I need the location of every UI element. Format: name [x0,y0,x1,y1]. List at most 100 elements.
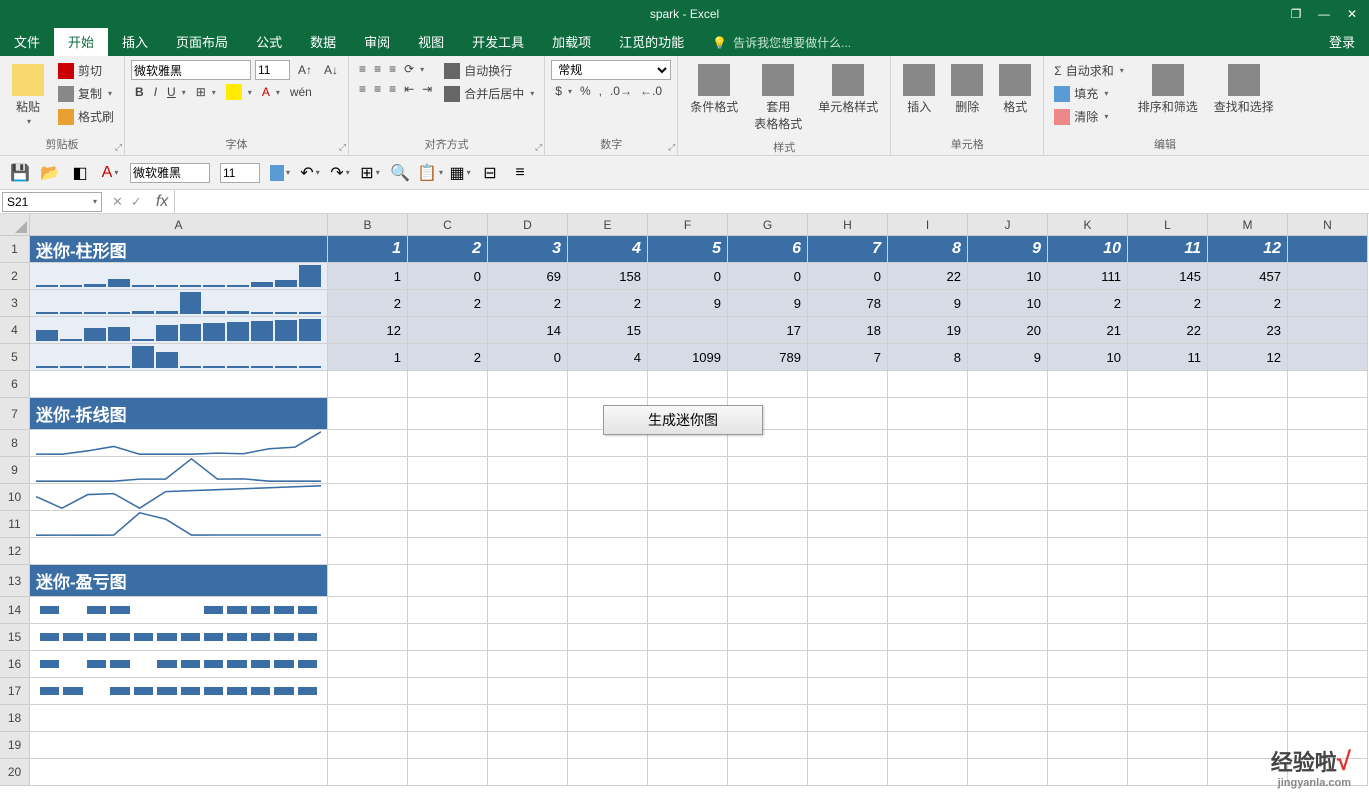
cell[interactable] [648,759,728,786]
comma-button[interactable]: , [595,82,606,100]
percent-button[interactable]: % [576,82,595,100]
cell[interactable] [488,597,568,624]
cell[interactable] [328,759,408,786]
cell[interactable] [968,624,1048,651]
preview-button[interactable]: 🔍 [390,163,410,183]
indent-dec-button[interactable]: ⇤ [400,80,418,98]
row-header-17[interactable]: 17 [0,678,30,705]
chevron-down-icon[interactable]: ▾ [93,197,97,206]
cell[interactable] [328,651,408,678]
cell[interactable]: 20 [968,317,1048,344]
fx-icon[interactable]: fx [150,193,174,211]
row-header-20[interactable]: 20 [0,759,30,786]
cell[interactable] [728,565,808,597]
tab-custom[interactable]: 江觅的功能 [605,27,698,56]
cell[interactable] [648,705,728,732]
tab-addin[interactable]: 加载项 [538,27,605,56]
cell[interactable] [488,651,568,678]
cell[interactable] [808,732,888,759]
cell[interactable]: 1 [328,236,408,263]
cell[interactable] [648,597,728,624]
cell[interactable] [1208,484,1288,511]
cell[interactable]: 12 [328,317,408,344]
cell[interactable] [328,398,408,430]
cell[interactable] [1128,597,1208,624]
cell[interactable] [1128,538,1208,565]
cell[interactable]: 2 [408,290,488,317]
cell[interactable]: 111 [1048,263,1128,290]
cell[interactable] [808,678,888,705]
row-header-3[interactable]: 3 [0,290,30,317]
cell[interactable] [568,538,648,565]
cell[interactable] [30,344,328,371]
cell[interactable] [488,371,568,398]
increase-font-button[interactable]: A↑ [294,60,316,80]
cell[interactable]: 21 [1048,317,1128,344]
row-header-16[interactable]: 16 [0,651,30,678]
cell[interactable] [1288,236,1368,263]
minimize-button[interactable]: — [1317,7,1331,21]
cell[interactable] [328,511,408,538]
tab-dev[interactable]: 开发工具 [458,27,538,56]
cell[interactable] [808,597,888,624]
row-header-18[interactable]: 18 [0,705,30,732]
row-header-13[interactable]: 13 [0,565,30,597]
paste-qat[interactable]: 📋▾ [420,163,440,183]
cell[interactable] [1208,597,1288,624]
font-name-select[interactable] [131,60,251,80]
cell[interactable]: 0 [488,344,568,371]
cell[interactable] [1048,371,1128,398]
orientation-button[interactable]: ⟳▾ [400,60,428,78]
cell[interactable]: 3 [488,236,568,263]
row-header-12[interactable]: 12 [0,538,30,565]
cell[interactable] [408,732,488,759]
freeze-button[interactable]: ▦▾ [450,163,470,183]
row-header-2[interactable]: 2 [0,263,30,290]
cell[interactable]: 迷你-盈亏图 [30,565,328,597]
redo-button[interactable]: ↷▾ [330,163,350,183]
number-format-select[interactable]: 常规 [551,60,671,80]
cell[interactable] [1128,759,1208,786]
cell[interactable] [408,597,488,624]
cell[interactable]: 22 [1128,317,1208,344]
cell[interactable]: 0 [808,263,888,290]
cell[interactable] [808,651,888,678]
cell[interactable] [968,759,1048,786]
cell[interactable] [728,371,808,398]
cell[interactable] [728,624,808,651]
row-header-1[interactable]: 1 [0,236,30,263]
align-right-button[interactable]: ≡ [385,80,400,98]
cell[interactable] [568,705,648,732]
cell[interactable] [1048,732,1128,759]
cell[interactable] [568,732,648,759]
cell[interactable]: 2 [1208,290,1288,317]
cell[interactable] [328,430,408,457]
cell[interactable] [1208,678,1288,705]
cell[interactable] [408,484,488,511]
cell[interactable]: 0 [728,263,808,290]
cell[interactable] [648,624,728,651]
dialog-launcher-icon[interactable]: ⤢ [668,142,675,153]
login-link[interactable]: 登录 [1315,27,1369,56]
cell[interactable] [968,484,1048,511]
font-color-button[interactable]: A▾ [258,82,284,102]
cell[interactable] [888,511,968,538]
col-header-H[interactable]: H [808,214,888,236]
cell[interactable] [1208,624,1288,651]
cell[interactable] [328,624,408,651]
qat-size-select[interactable] [220,163,260,183]
cell[interactable] [968,398,1048,430]
cell[interactable] [808,624,888,651]
cell[interactable] [1048,484,1128,511]
cell[interactable] [488,457,568,484]
cell[interactable] [888,705,968,732]
cell[interactable] [30,290,328,317]
cell[interactable] [568,597,648,624]
row-header-10[interactable]: 10 [0,484,30,511]
cell[interactable] [888,371,968,398]
cell[interactable]: 18 [808,317,888,344]
col-header-F[interactable]: F [648,214,728,236]
cell[interactable] [648,317,728,344]
cell[interactable]: 9 [648,290,728,317]
cell[interactable] [968,678,1048,705]
